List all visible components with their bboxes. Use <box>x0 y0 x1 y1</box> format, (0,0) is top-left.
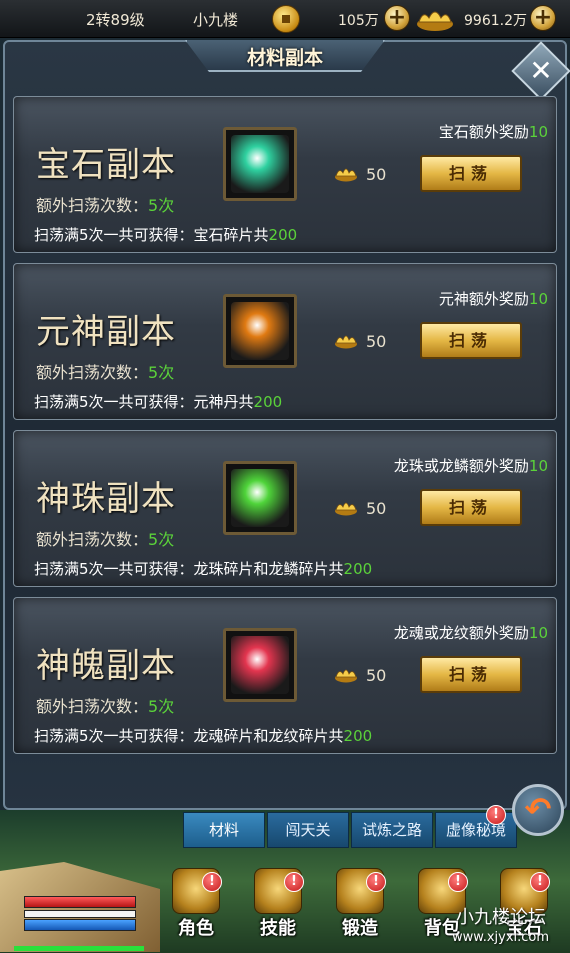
tab-material[interactable]: 材料 <box>183 812 265 848</box>
gold-ingot-icon <box>335 168 357 182</box>
sweep-cost: 50 <box>366 165 387 184</box>
nav-skill-label: 技能 <box>260 918 296 939</box>
extra-sweep-value: 5次 <box>148 530 175 549</box>
watermark-url: www.xjyxl.com <box>452 930 550 945</box>
watermark-site-name: 小九楼论坛 <box>456 907 546 928</box>
extra-sweep-count: 额外扫荡次数：5次 <box>36 526 174 550</box>
sweep-total: 扫荡满5次一共可获得：元神丹共200 <box>34 391 282 412</box>
item-art <box>231 636 289 694</box>
sweep-button[interactable]: 扫荡 <box>420 155 522 192</box>
nav-forge-label: 锻造 <box>342 918 378 939</box>
sweep-total-label: 扫荡满5次一共可获得：龙魂碎片和龙纹碎片共 <box>34 727 344 745</box>
spirit-pill-icon[interactable] <box>223 294 297 368</box>
sweep-button[interactable]: 扫荡 <box>420 322 522 359</box>
sweep-button[interactable]: 扫荡 <box>420 656 522 693</box>
back-button[interactable]: ↶ <box>512 784 564 836</box>
sweep-cost: 50 <box>366 666 387 685</box>
divider-bar <box>24 910 136 918</box>
item-art <box>231 469 289 527</box>
dungeon-title: 宝石副本 <box>36 145 176 185</box>
extra-reward-label: 龙珠或龙鳞额外奖励 <box>393 457 529 475</box>
sweep-total-label: 扫荡满5次一共可获得：宝石碎片共 <box>34 226 269 244</box>
extra-sweep-label: 额外扫荡次数： <box>36 697 149 716</box>
sweep-total-label: 扫荡满5次一共可获得：元神丹共 <box>34 393 254 411</box>
sweep-button[interactable]: 扫荡 <box>420 489 522 526</box>
nav-character-label: 角色 <box>178 918 214 939</box>
exp-bar <box>14 946 144 951</box>
top-status-bar: 2转89级 小九楼 105万 + 9961.2万 + <box>0 0 570 38</box>
extra-sweep-count: 额外扫荡次数：5次 <box>36 359 174 383</box>
gem-shard-icon[interactable] <box>223 127 297 201</box>
sweep-total-value: 200 <box>268 226 298 244</box>
tab-trial-road[interactable]: 试炼之路 <box>351 812 433 848</box>
dungeon-title: 神珠副本 <box>36 479 176 519</box>
dungeon-title: 神魄副本 <box>36 646 176 686</box>
forge-alert-icon: ! <box>366 872 386 892</box>
extra-reward-count: 10 <box>528 624 548 642</box>
sweep-total: 扫荡满5次一共可获得：宝石碎片共200 <box>34 224 297 245</box>
gold-ingot-icon <box>335 335 357 349</box>
extra-reward-count: 10 <box>528 123 548 141</box>
extra-reward: 龙魂或龙纹额外奖励10 <box>394 622 548 643</box>
hp-bar <box>24 896 136 908</box>
close-icon[interactable]: ✕ <box>520 50 562 92</box>
dungeon-card: 神珠副本 50 龙珠或龙鳞额外奖励10 扫荡 额外扫荡次数：5次 扫荡满5次一共… <box>13 430 557 587</box>
phantom-realm-alert-icon: ! <box>486 805 506 825</box>
extra-reward: 宝石额外奖励10 <box>439 121 548 142</box>
skill-alert-icon: ! <box>284 872 304 892</box>
green-orb-icon[interactable] <box>223 461 297 535</box>
gold-ingot-icon <box>417 11 453 31</box>
item-art <box>231 135 289 193</box>
bag-alert-icon: ! <box>448 872 468 892</box>
extra-sweep-count: 额外扫荡次数：5次 <box>36 693 174 717</box>
character-alert-icon: ! <box>202 872 222 892</box>
sweep-cost: 50 <box>366 332 387 351</box>
player-level: 2转89级 <box>86 11 145 29</box>
gem-alert-icon: ! <box>530 872 550 892</box>
extra-reward-label: 宝石额外奖励 <box>438 123 529 141</box>
extra-sweep-count: 额外扫荡次数：5次 <box>36 192 174 216</box>
item-art <box>231 302 289 360</box>
extra-sweep-value: 5次 <box>148 363 175 382</box>
sweep-total: 扫荡满5次一共可获得：龙魂碎片和龙纹碎片共200 <box>34 725 372 746</box>
sweep-total: 扫荡满5次一共可获得：龙珠碎片和龙鳞碎片共200 <box>34 558 372 579</box>
coin-icon <box>272 5 300 33</box>
coin-amount: 105万 <box>338 13 379 29</box>
panel-title: 材料副本 <box>246 47 323 69</box>
extra-sweep-value: 5次 <box>148 697 175 716</box>
sweep-total-value: 200 <box>343 560 373 578</box>
sweep-total-value: 200 <box>343 727 373 745</box>
red-orb-icon[interactable] <box>223 628 297 702</box>
extra-reward-label: 元神额外奖励 <box>438 290 529 308</box>
gold-ingot-icon <box>335 502 357 516</box>
gold-ingot-icon <box>335 669 357 683</box>
dungeon-title: 元神副本 <box>36 312 176 352</box>
dungeon-card: 元神副本 50 元神额外奖励10 扫荡 额外扫荡次数：5次 扫荡满5次一共可获得… <box>13 263 557 420</box>
extra-reward-count: 10 <box>528 457 548 475</box>
extra-reward: 元神额外奖励10 <box>439 288 548 309</box>
dungeon-card: 宝石副本 50 宝石额外奖励10 扫荡 额外扫荡次数：5次 扫荡满5次一共可获得… <box>13 96 557 253</box>
sweep-total-value: 200 <box>253 393 283 411</box>
sweep-cost: 50 <box>366 499 387 518</box>
dungeon-card: 神魄副本 50 龙魂或龙纹额外奖励10 扫荡 额外扫荡次数：5次 扫荡满5次一共… <box>13 597 557 754</box>
extra-sweep-label: 额外扫荡次数： <box>36 363 149 382</box>
sweep-total-label: 扫荡满5次一共可获得：龙珠碎片和龙鳞碎片共 <box>34 560 344 578</box>
extra-sweep-label: 额外扫荡次数： <box>36 196 149 215</box>
mp-bar <box>24 919 136 931</box>
extra-reward-label: 龙魂或龙纹额外奖励 <box>393 624 529 642</box>
ingot-amount: 9961.2万 <box>464 13 527 29</box>
extra-sweep-label: 额外扫荡次数： <box>36 530 149 549</box>
add-coins-button[interactable]: + <box>384 5 410 31</box>
extra-reward-count: 10 <box>528 290 548 308</box>
extra-reward: 龙珠或龙鳞额外奖励10 <box>394 455 548 476</box>
add-ingots-button[interactable]: + <box>530 5 556 31</box>
tab-sky-pass[interactable]: 闯天关 <box>267 812 349 848</box>
player-name: 小九楼 <box>193 11 239 29</box>
extra-sweep-value: 5次 <box>148 196 175 215</box>
dungeon-tabs: 材料 闯天关 试炼之路 虚像秘境 <box>183 812 519 848</box>
